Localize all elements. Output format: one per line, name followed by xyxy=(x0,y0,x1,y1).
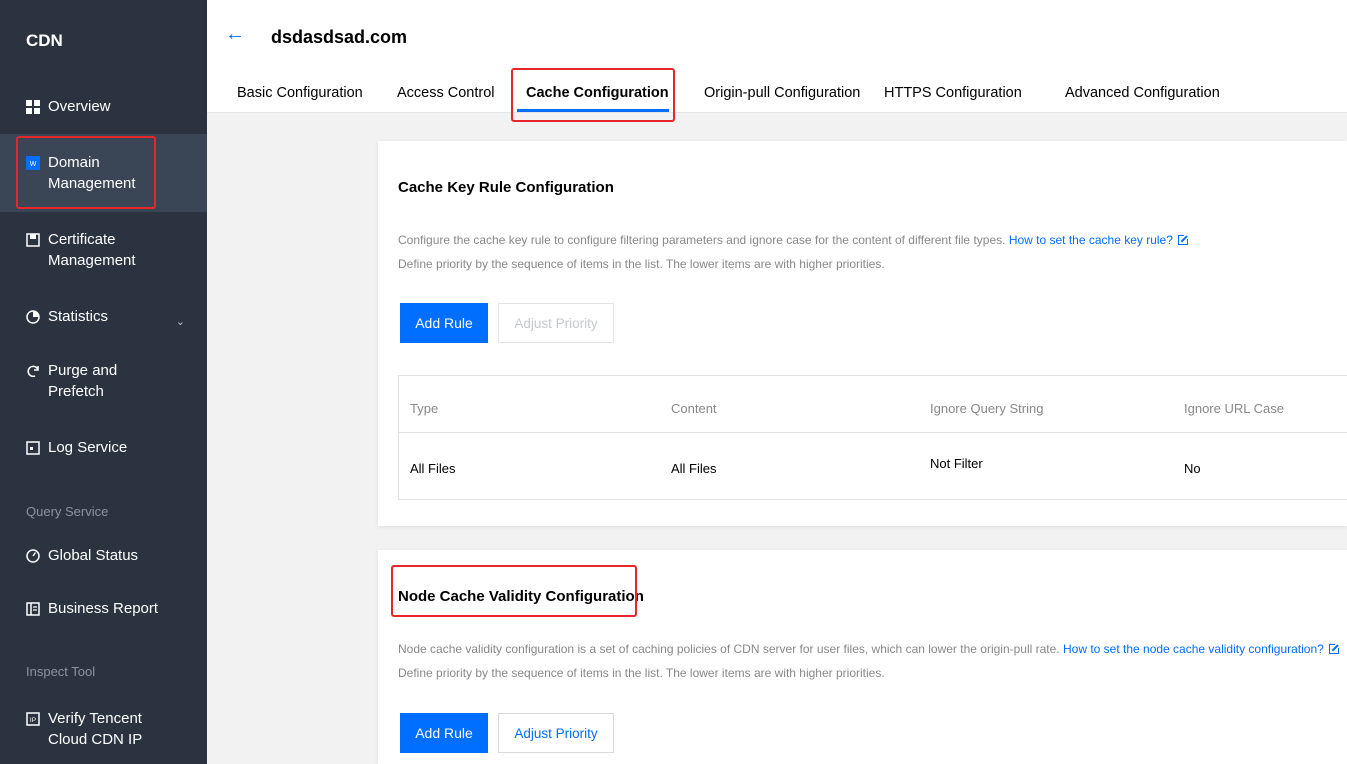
node-cache-validity-card: Node Cache Validity Configuration Node c… xyxy=(378,550,1347,764)
domain-title: dsdasdsad.com xyxy=(271,27,408,47)
domain-icon: W xyxy=(26,156,40,170)
adjust-priority-button[interactable]: Adjust Priority xyxy=(498,303,614,343)
sidebar-item-label: Business Report xyxy=(48,600,159,617)
help-link[interactable]: How to set the node cache validity confi… xyxy=(1063,642,1324,656)
chevron-down-icon: ⌄ xyxy=(175,316,185,328)
priority-note: Define priority by the sequence of items… xyxy=(398,257,885,271)
column-header: Type xyxy=(410,401,439,416)
tab-advanced-configuration[interactable]: Advanced Configuration xyxy=(1065,85,1220,101)
section-query-service: Query Service xyxy=(26,504,109,519)
report-icon xyxy=(26,602,40,616)
sidebar: CDN Overview W Domain Management Certifi… xyxy=(0,0,207,764)
log-icon xyxy=(26,441,40,455)
sidebar-item-label: Domain Management xyxy=(48,154,136,192)
sidebar-item-label: Global Status xyxy=(48,547,139,564)
table-cell: All Files xyxy=(410,461,456,476)
sidebar-item-business-report[interactable]: Business Report xyxy=(0,598,207,619)
priority-note: Define priority by the sequence of items… xyxy=(398,666,885,680)
section-description: Node cache validity configuration is a s… xyxy=(398,642,1340,656)
svg-text:W: W xyxy=(30,161,37,168)
section-inspect-tool: Inspect Tool xyxy=(26,664,96,679)
grid-icon xyxy=(26,100,40,114)
add-rule-button[interactable]: Add Rule xyxy=(400,303,488,343)
table-cell: All Files xyxy=(671,461,717,476)
sidebar-item-global-status[interactable]: Global Status xyxy=(0,545,207,566)
sidebar-item-log-service[interactable]: Log Service xyxy=(0,437,207,458)
table-cell: No xyxy=(1184,461,1201,476)
column-header: Ignore Query String xyxy=(930,401,1044,416)
section-description: Configure the cache key rule to configur… xyxy=(398,233,1189,247)
back-arrow-icon[interactable]: ← xyxy=(225,24,245,44)
help-link[interactable]: How to set the cache key rule? xyxy=(1009,233,1173,247)
column-header: Content xyxy=(671,401,717,416)
sidebar-item-overview[interactable]: Overview xyxy=(0,96,207,117)
tab-origin-pull-configuration[interactable]: Origin-pull Configuration xyxy=(704,85,860,101)
pie-chart-icon xyxy=(26,310,40,324)
section-title: Node Cache Validity Configuration xyxy=(398,588,644,605)
add-rule-button[interactable]: Add Rule xyxy=(400,713,488,753)
certificate-icon xyxy=(26,233,40,247)
table-header-row: Type Content Ignore Query String Ignore … xyxy=(399,376,1347,433)
external-link-icon[interactable] xyxy=(1328,643,1340,654)
table-cell: Not Filter xyxy=(930,456,983,471)
tab-cache-configuration[interactable]: Cache Configuration xyxy=(526,85,669,101)
tab-access-control[interactable]: Access Control xyxy=(397,85,495,101)
external-link-icon[interactable] xyxy=(1177,234,1189,245)
refresh-icon xyxy=(26,364,40,378)
adjust-priority-button[interactable]: Adjust Priority xyxy=(498,713,614,753)
tab-basic-configuration[interactable]: Basic Configuration xyxy=(237,85,363,101)
sidebar-item-label: Log Service xyxy=(48,439,128,456)
tab-https-configuration[interactable]: HTTPS Configuration xyxy=(884,85,1022,101)
sidebar-item-label: Overview xyxy=(48,98,111,115)
sidebar-item-label: Purge and Prefetch xyxy=(48,362,118,400)
svg-text:IP: IP xyxy=(30,717,36,724)
sidebar-title: CDN xyxy=(26,31,63,50)
ip-icon: IP xyxy=(26,712,40,726)
cache-key-rule-card: Cache Key Rule Configuration Configure t… xyxy=(378,141,1347,526)
section-title: Cache Key Rule Configuration xyxy=(398,179,614,196)
sidebar-item-certificate-management[interactable]: Certificate Management xyxy=(0,229,207,271)
sidebar-item-domain-management[interactable]: W Domain Management xyxy=(0,134,207,212)
cache-key-table: Type Content Ignore Query String Ignore … xyxy=(398,375,1347,500)
column-header: Ignore URL Case xyxy=(1184,401,1284,416)
active-tab-indicator xyxy=(517,109,669,112)
sidebar-item-label: Statistics xyxy=(48,308,109,325)
sidebar-item-label: Verify Tencent Cloud CDN IP xyxy=(48,710,143,748)
table-row: All Files All Files Not Filter No xyxy=(399,433,1347,499)
sidebar-item-purge-prefetch[interactable]: Purge and Prefetch xyxy=(0,360,207,402)
sidebar-item-label: Certificate Management xyxy=(48,231,136,269)
gauge-icon xyxy=(26,549,40,563)
page-header: ← dsdasdsad.com Basic Configuration Acce… xyxy=(207,0,1347,113)
sidebar-item-statistics[interactable]: Statistics ⌄ xyxy=(0,306,207,328)
sidebar-item-verify-cdn-ip[interactable]: IP Verify Tencent Cloud CDN IP xyxy=(0,708,207,750)
